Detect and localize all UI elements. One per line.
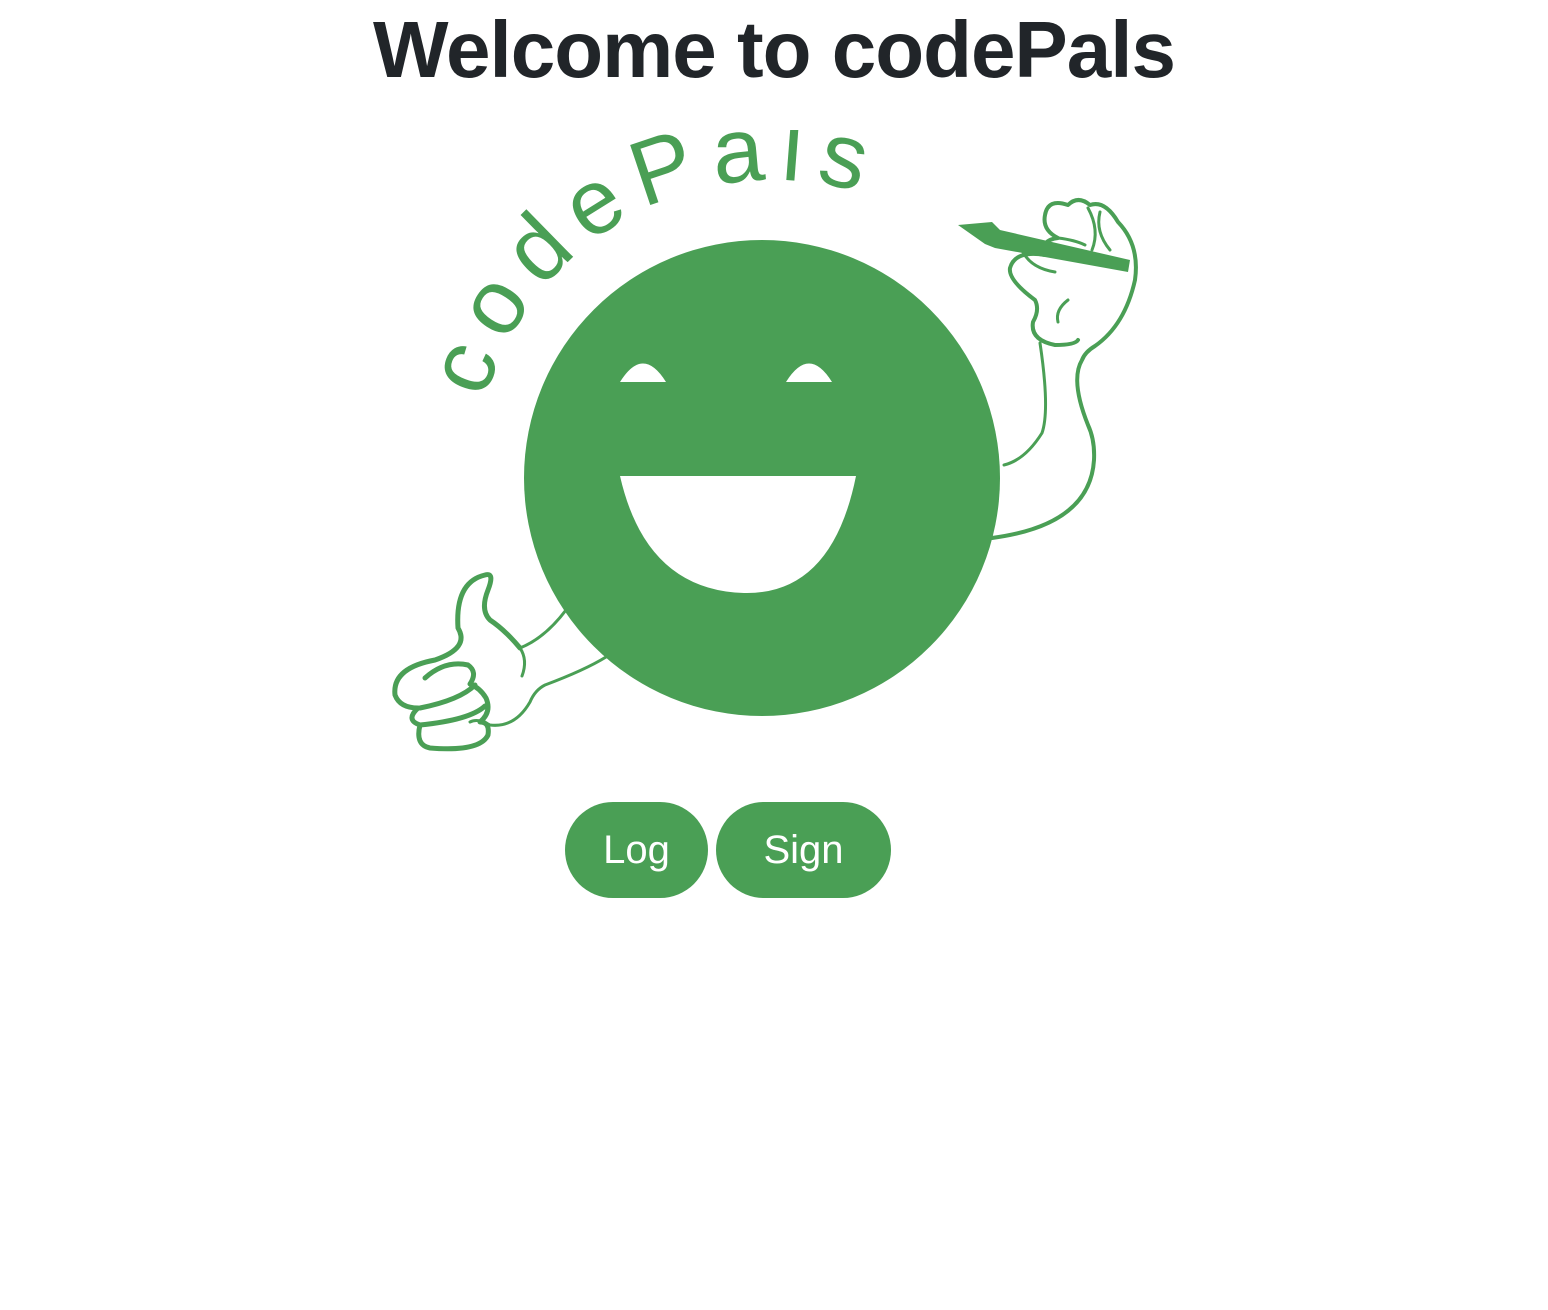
smiley-mascot-icon: [524, 240, 1000, 716]
landing-page: Welcome to codePals codePals Log In Sign…: [0, 0, 1548, 1310]
codepals-logo: codePals: [392, 130, 1138, 752]
auth-actions: Log In Sign Up: [565, 802, 891, 968]
pencil-icon: [958, 222, 1130, 272]
signup-button[interactable]: Sign Up: [716, 802, 891, 968]
login-button[interactable]: Log In: [565, 802, 708, 968]
page-title: Welcome to codePals: [372, 5, 1176, 94]
